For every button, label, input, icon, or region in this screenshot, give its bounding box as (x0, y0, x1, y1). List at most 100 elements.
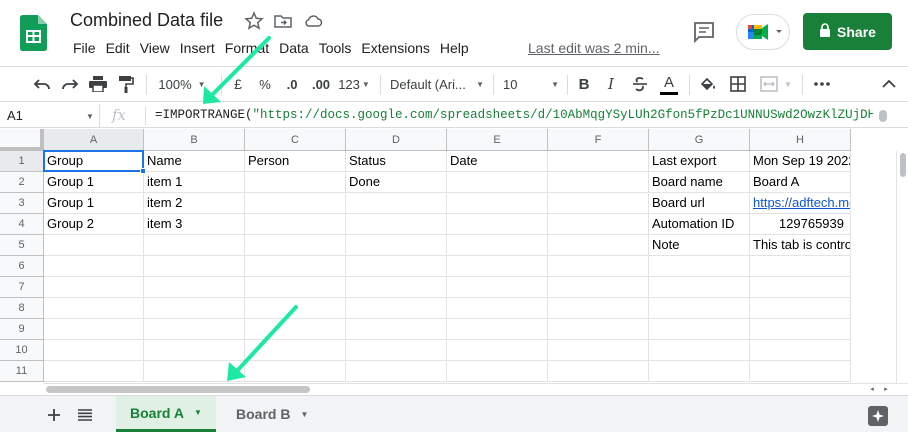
cell-h4[interactable]: 129765939 (750, 214, 851, 235)
percent-format-button[interactable]: % (256, 67, 274, 101)
sheets-logo-icon[interactable] (20, 15, 47, 51)
menu-view[interactable]: View (135, 38, 175, 58)
cell-d1[interactable]: Status (346, 151, 447, 172)
cell-e2[interactable] (447, 172, 548, 193)
cell-h7[interactable] (750, 277, 851, 298)
cell-g7[interactable] (649, 277, 750, 298)
collapse-menus-icon[interactable] (878, 67, 900, 101)
meet-button[interactable] (736, 14, 790, 50)
cell-b2[interactable]: item 1 (144, 172, 245, 193)
explore-icon[interactable] (868, 406, 888, 426)
cell-f4[interactable] (548, 214, 649, 235)
cell-a1[interactable]: Group (44, 151, 144, 172)
cell-a9[interactable] (44, 319, 144, 340)
star-icon[interactable] (244, 11, 264, 31)
chevron-down-icon[interactable]: ▼ (194, 408, 202, 417)
cell-h8[interactable] (750, 298, 851, 319)
formula-input[interactable]: =IMPORTRANGE("https://docs.google.com/sp… (155, 104, 873, 127)
move-folder-icon[interactable] (273, 11, 293, 31)
document-title[interactable]: Combined Data file (70, 10, 223, 31)
number-format-select[interactable]: 123 ▼ (337, 67, 371, 101)
cell-d5[interactable] (346, 235, 447, 256)
cell-g9[interactable] (649, 319, 750, 340)
cell-b9[interactable] (144, 319, 245, 340)
menu-edit[interactable]: Edit (101, 38, 135, 58)
cell-b11[interactable] (144, 361, 245, 382)
cell-b6[interactable] (144, 256, 245, 277)
column-header-d[interactable]: D (346, 129, 447, 151)
last-edit-link[interactable]: Last edit was 2 min... (528, 38, 660, 58)
cell-a5[interactable] (44, 235, 144, 256)
cell-a3[interactable]: Group 1 (44, 193, 144, 214)
cell-f3[interactable] (548, 193, 649, 214)
column-header-a[interactable]: A (44, 129, 144, 151)
row-header-4[interactable]: 4 (0, 214, 44, 235)
cell-c9[interactable] (245, 319, 346, 340)
cell-d11[interactable] (346, 361, 447, 382)
borders-icon[interactable] (727, 67, 749, 101)
cell-c11[interactable] (245, 361, 346, 382)
select-all-corner[interactable] (0, 129, 44, 151)
cell-c4[interactable] (245, 214, 346, 235)
cell-h6[interactable] (750, 256, 851, 277)
all-sheets-icon[interactable] (74, 404, 96, 426)
menu-data[interactable]: Data (274, 38, 314, 58)
row-header-7[interactable]: 7 (0, 277, 44, 298)
row-header-11[interactable]: 11 (0, 361, 44, 382)
cell-f9[interactable] (548, 319, 649, 340)
more-options-icon[interactable] (810, 67, 834, 101)
cell-f7[interactable] (548, 277, 649, 298)
cloud-status-icon[interactable] (303, 11, 323, 31)
cell-g8[interactable] (649, 298, 750, 319)
row-header-9[interactable]: 9 (0, 319, 44, 340)
cell-f5[interactable] (548, 235, 649, 256)
increase-decimal-button[interactable]: .00 (309, 67, 333, 101)
cell-b3[interactable]: item 2 (144, 193, 245, 214)
cell-d7[interactable] (346, 277, 447, 298)
cell-g11[interactable] (649, 361, 750, 382)
cell-e3[interactable] (447, 193, 548, 214)
cell-h11[interactable] (750, 361, 851, 382)
row-header-2[interactable]: 2 (0, 172, 44, 193)
column-header-e[interactable]: E (447, 129, 548, 151)
row-header-10[interactable]: 10 (0, 340, 44, 361)
cell-c5[interactable] (245, 235, 346, 256)
column-header-b[interactable]: B (144, 129, 245, 151)
zoom-select[interactable]: 100% ▼ (152, 67, 212, 101)
cell-c7[interactable] (245, 277, 346, 298)
font-size-select[interactable]: 10 ▼ (503, 67, 559, 101)
cell-b7[interactable] (144, 277, 245, 298)
cell-b10[interactable] (144, 340, 245, 361)
cell-a8[interactable] (44, 298, 144, 319)
row-header-6[interactable]: 6 (0, 256, 44, 277)
menu-extensions[interactable]: Extensions (356, 38, 434, 58)
cell-a7[interactable] (44, 277, 144, 298)
cell-d2[interactable]: Done (346, 172, 447, 193)
cell-d6[interactable] (346, 256, 447, 277)
cell-f11[interactable] (548, 361, 649, 382)
cell-a11[interactable] (44, 361, 144, 382)
cell-f8[interactable] (548, 298, 649, 319)
chevron-down-icon[interactable]: ▼ (86, 112, 94, 121)
cell-d3[interactable] (346, 193, 447, 214)
cell-h10[interactable] (750, 340, 851, 361)
cell-g10[interactable] (649, 340, 750, 361)
italic-button[interactable]: I (602, 67, 620, 101)
cell-d8[interactable] (346, 298, 447, 319)
currency-format-button[interactable]: £ (229, 67, 247, 101)
cell-h1[interactable]: Mon Sep 19 2022 12:00 (750, 151, 851, 172)
paint-format-icon[interactable] (115, 67, 137, 101)
cell-f6[interactable] (548, 256, 649, 277)
menu-help[interactable]: Help (435, 38, 474, 58)
column-header-c[interactable]: C (245, 129, 346, 151)
cell-h5[interactable]: This tab is controlled by (750, 235, 851, 256)
column-header-h[interactable]: H (750, 129, 851, 151)
row-header-5[interactable]: 5 (0, 235, 44, 256)
cell-c6[interactable] (245, 256, 346, 277)
scroll-left-icon[interactable]: ◂ (866, 384, 878, 395)
cell-e8[interactable] (447, 298, 548, 319)
sheet-tab-board-b[interactable]: Board B ▼ (222, 396, 322, 432)
cell-h9[interactable] (750, 319, 851, 340)
decrease-decimal-button[interactable]: .0 (281, 67, 303, 101)
cell-g4[interactable]: Automation ID (649, 214, 750, 235)
